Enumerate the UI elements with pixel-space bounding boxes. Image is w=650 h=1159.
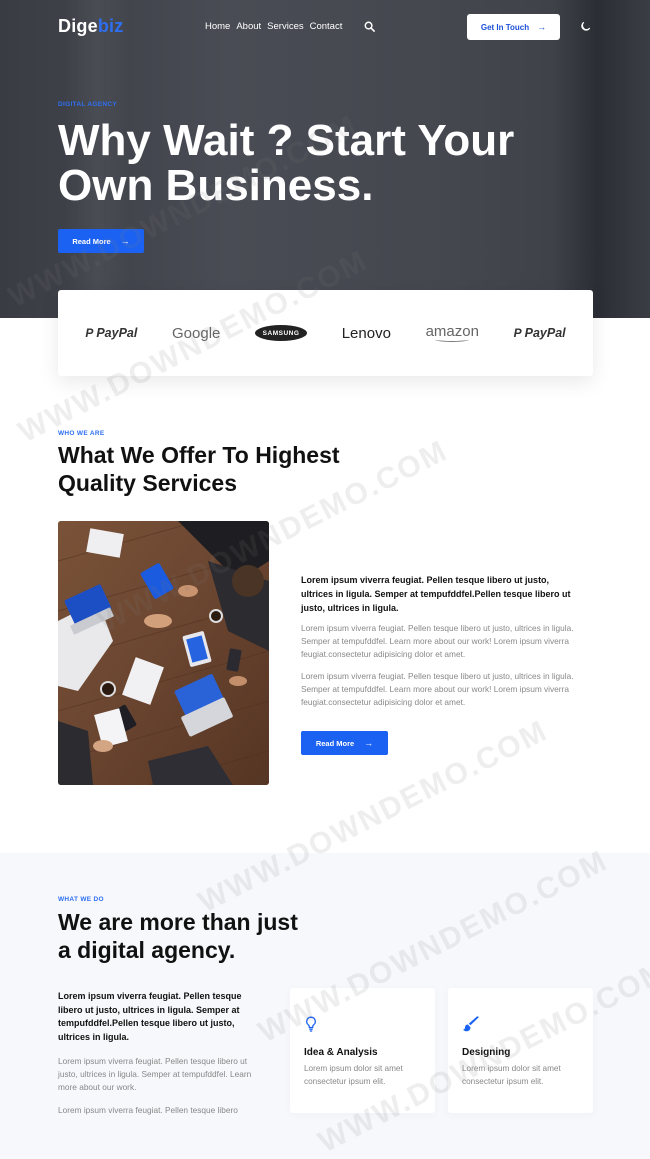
get-in-touch-button[interactable]: Get In Touch → xyxy=(467,14,560,40)
service-card-idea-analysis[interactable]: Idea & Analysis Lorem ipsum dolor sit am… xyxy=(290,988,435,1113)
brand-name: Lenovo xyxy=(341,324,391,342)
brand-logo-lenovo: Lenovo xyxy=(342,325,391,342)
brand-name: SAMSUNG xyxy=(262,329,300,337)
what-we-do-title: We are more than just a digital agency. xyxy=(58,908,358,964)
brand-name: PayPal xyxy=(524,326,566,340)
main-nav: Home About Services Contact xyxy=(205,21,342,32)
get-in-touch-label: Get In Touch xyxy=(480,22,530,32)
arrow-right-icon: → xyxy=(364,737,374,748)
logo-main: Dige xyxy=(58,16,98,36)
offer-text-block: Lorem ipsum viverra feugiat. Pellen tesq… xyxy=(301,573,576,709)
brand-name: PayPal xyxy=(96,326,138,340)
offer-paragraph-2: Lorem ipsum viverra feugiat. Pellen tesq… xyxy=(301,671,574,707)
arrow-right-icon: → xyxy=(120,235,130,246)
what-we-do-paragraph-2: Lorem ipsum viverra feugiat. Pellen tesq… xyxy=(58,1105,238,1116)
hero-section: Digebiz Home About Services Contact Get … xyxy=(0,0,650,318)
what-we-do-paragraph-1: Lorem ipsum viverra feugiat. Pellen tesq… xyxy=(58,1056,252,1092)
card-description: Lorem ipsum dolor sit amet consectetur i… xyxy=(462,1064,561,1086)
brand-logo-paypal: P PayPal xyxy=(85,326,137,340)
logo-accent: biz xyxy=(97,16,124,36)
hero-title-line2: Own Business. xyxy=(58,161,374,210)
brand-name: Google xyxy=(172,324,221,342)
hero-title-line1: Why Wait ? Start Your xyxy=(58,116,515,165)
brand-logo-samsung: SAMSUNG xyxy=(255,325,308,341)
what-we-do-eyebrow: WHAT WE DO xyxy=(58,896,104,903)
brush-icon xyxy=(463,1016,479,1032)
card-description: Lorem ipsum dolor sit amet consectetur i… xyxy=(304,1064,403,1086)
paypal-mark-icon: P xyxy=(513,326,522,340)
lightbulb-icon xyxy=(306,1016,316,1032)
hero-read-more-button[interactable]: Read More → xyxy=(58,229,144,253)
nav-contact[interactable]: Contact xyxy=(310,21,343,32)
offer-read-more-button[interactable]: Read More → xyxy=(301,731,388,755)
offer-paragraph-1: Lorem ipsum viverra feugiat. Pellen tesq… xyxy=(301,623,574,659)
what-we-do-title-line1: We are more than just xyxy=(58,909,298,935)
offer-eyebrow: WHO WE ARE xyxy=(58,430,105,437)
offer-lead-text: Lorem ipsum viverra feugiat. Pellen tesq… xyxy=(301,575,571,613)
nav-home[interactable]: Home xyxy=(205,21,230,32)
offer-read-more-label: Read More xyxy=(315,738,355,748)
team-meeting-photo xyxy=(58,521,269,785)
what-we-do-title-line2: a digital agency. xyxy=(58,937,236,963)
nav-services[interactable]: Services xyxy=(267,21,303,32)
card-title: Idea & Analysis xyxy=(304,1047,378,1058)
search-icon[interactable] xyxy=(364,21,375,32)
hero-title: Why Wait ? Start Your Own Business. xyxy=(58,118,598,208)
what-we-do-text-block: Lorem ipsum viverra feugiat. Pellen tesq… xyxy=(58,990,258,1117)
site-logo[interactable]: Digebiz xyxy=(58,16,123,37)
brand-logo-google: Google xyxy=(172,325,220,342)
hero-eyebrow: DIGITAL AGENCY xyxy=(58,101,117,108)
brand-logo-paypal: P PayPal xyxy=(514,326,566,340)
brand-logo-amazon: amazon xyxy=(426,324,479,342)
offer-title: What We Offer To Highest Quality Service… xyxy=(58,441,388,497)
card-title: Designing xyxy=(462,1047,511,1058)
paypal-mark-icon: P xyxy=(85,326,94,340)
offer-title-line1: What We Offer To Highest xyxy=(58,442,340,468)
brand-logos-strip: P PayPal Google SAMSUNG Lenovo amazon P Pa… xyxy=(58,290,593,376)
hero-read-more-label: Read More xyxy=(72,236,111,246)
nav-about[interactable]: About xyxy=(236,21,261,32)
team-meeting-illustration xyxy=(58,521,269,785)
arrow-right-icon: → xyxy=(537,21,547,32)
service-card-designing[interactable]: Designing Lorem ipsum dolor sit amet con… xyxy=(448,988,593,1113)
what-we-do-lead-text: Lorem ipsum viverra feugiat. Pellen tesq… xyxy=(58,991,242,1042)
offer-title-line2: Quality Services xyxy=(58,470,237,496)
moon-icon[interactable] xyxy=(580,21,591,32)
amazon-smile-icon xyxy=(435,337,470,342)
